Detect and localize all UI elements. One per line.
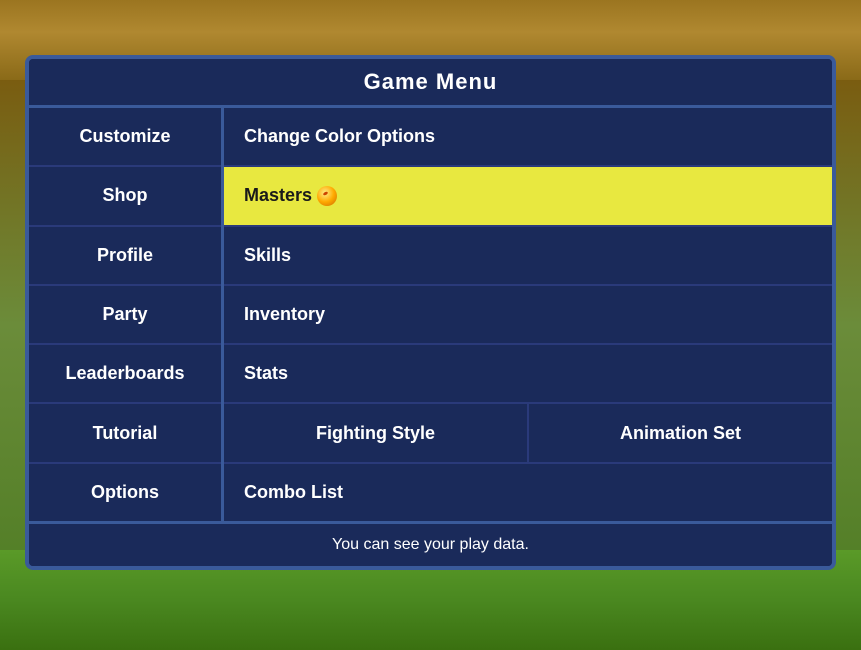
nav-item-customize[interactable]: Customize [29,108,221,167]
content-masters[interactable]: Masters [224,167,832,226]
content-stats[interactable]: Stats [224,345,832,404]
menu-title: Game Menu [29,59,832,108]
nav-item-leaderboards[interactable]: Leaderboards [29,345,221,404]
nav-item-party[interactable]: Party [29,286,221,345]
nav-item-options[interactable]: Options [29,464,221,521]
left-navigation: Customize Shop Profile Party Leaderboard… [29,108,224,521]
content-animation-set[interactable]: Animation Set [529,404,832,461]
content-inventory[interactable]: Inventory [224,286,832,345]
content-fighting-style[interactable]: Fighting Style [224,404,529,461]
nav-item-shop[interactable]: Shop [29,167,221,226]
content-combo-list[interactable]: Combo List [224,464,832,521]
menu-footer: You can see your play data. [29,521,832,566]
game-menu: Game Menu Customize Shop Profile Party L… [25,55,836,570]
nav-item-profile[interactable]: Profile [29,227,221,286]
nav-item-tutorial[interactable]: Tutorial [29,404,221,463]
content-fighting-animation-row: Fighting Style Animation Set [224,404,832,463]
right-content: Change Color Options Masters Skills Inve… [224,108,832,521]
content-change-color-options[interactable]: Change Color Options [224,108,832,167]
dragon-ball-cursor-icon [317,186,337,206]
content-skills[interactable]: Skills [224,227,832,286]
menu-body: Customize Shop Profile Party Leaderboard… [29,108,832,521]
